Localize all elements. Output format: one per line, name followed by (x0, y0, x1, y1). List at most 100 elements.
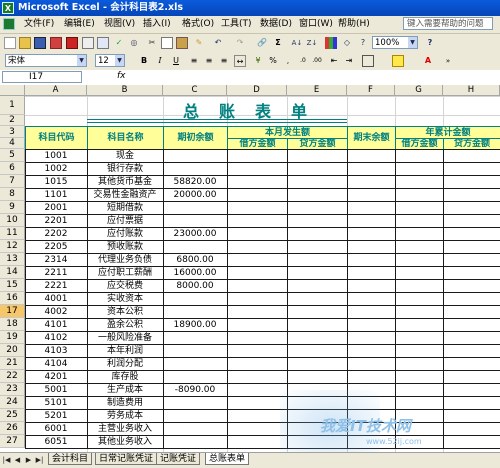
row-header-21[interactable]: 21 (0, 357, 25, 370)
align-center-icon[interactable]: ≡ (203, 55, 215, 67)
cell-account-code[interactable]: 2205 (25, 241, 87, 253)
redo-icon[interactable]: ↷ (234, 37, 246, 49)
row-header-18[interactable]: 18 (0, 318, 25, 331)
comma-style-icon[interactable]: , (282, 55, 294, 67)
cell-account-code[interactable]: 4201 (25, 371, 87, 383)
menu-view[interactable]: 视图(V) (104, 18, 135, 31)
row-header-23[interactable]: 23 (0, 383, 25, 396)
font-size-select[interactable]: 12 ▼ (95, 54, 125, 67)
cell-account-code[interactable]: 1015 (25, 176, 87, 188)
cell-account-code[interactable]: 1002 (25, 163, 87, 175)
cell-account-code[interactable]: 5101 (25, 397, 87, 409)
cell-account-name[interactable]: 短期借款 (87, 202, 163, 214)
cell-opening-balance[interactable]: 58820.00 (163, 176, 227, 188)
print-icon[interactable] (82, 37, 94, 49)
row-header-10[interactable]: 10 (0, 214, 25, 227)
cell-account-code[interactable]: 5201 (25, 410, 87, 422)
cell-account-name[interactable]: 主营业务收入 (87, 423, 163, 435)
column-header-g[interactable]: G (395, 85, 443, 96)
new-document-icon[interactable] (4, 37, 16, 49)
cell-opening-balance[interactable]: 6800.00 (163, 254, 227, 266)
font-name-select[interactable]: 宋体 ▼ (5, 54, 87, 67)
save-icon[interactable] (34, 37, 46, 49)
cell-account-name[interactable]: 银行存款 (87, 163, 163, 175)
cell-account-code[interactable]: 2314 (25, 254, 87, 266)
cell-account-code[interactable]: 2221 (25, 280, 87, 292)
workbook-icon[interactable] (3, 18, 15, 30)
bold-icon[interactable]: B (138, 55, 150, 67)
cell-opening-balance[interactable] (163, 215, 227, 227)
open-folder-icon[interactable] (19, 37, 31, 49)
row-header-5[interactable]: 5 (0, 149, 25, 162)
cell-opening-balance[interactable] (163, 241, 227, 253)
cell-account-code[interactable]: 6001 (25, 423, 87, 435)
cell-opening-balance[interactable] (163, 293, 227, 305)
borders-icon[interactable] (362, 55, 374, 67)
menu-tools[interactable]: 工具(T) (221, 18, 252, 31)
tab-daily-vouchers[interactable]: 日常记账凭证 (95, 453, 158, 465)
cell-account-name[interactable]: 其他货币基金 (87, 176, 163, 188)
cell-account-name[interactable]: 库存股 (87, 371, 163, 383)
cell-opening-balance[interactable]: 8000.00 (163, 280, 227, 292)
row-header-4[interactable]: 4 (0, 138, 25, 149)
cell-account-name[interactable]: 代理业务负债 (87, 254, 163, 266)
cell-account-code[interactable]: 4102 (25, 332, 87, 344)
align-right-icon[interactable]: ≡ (218, 55, 230, 67)
cell-opening-balance[interactable] (163, 358, 227, 370)
cell-account-code[interactable]: 2211 (25, 267, 87, 279)
paste-icon[interactable] (176, 37, 188, 49)
cell-account-name[interactable]: 实收资本 (87, 293, 163, 305)
menu-window[interactable]: 窗口(W) (299, 18, 333, 31)
row-header-8[interactable]: 8 (0, 188, 25, 201)
cell-opening-balance[interactable] (163, 371, 227, 383)
formula-input[interactable] (130, 71, 495, 83)
cell-opening-balance[interactable]: 20000.00 (163, 189, 227, 201)
cell-opening-balance[interactable] (163, 397, 227, 409)
row-header-26[interactable]: 26 (0, 422, 25, 435)
column-header-c[interactable]: C (163, 85, 227, 96)
align-left-icon[interactable]: ≡ (188, 55, 200, 67)
cell-account-name[interactable]: 资本公积 (87, 306, 163, 318)
cut-icon[interactable]: ✂ (146, 37, 158, 49)
fill-color-icon[interactable] (392, 55, 404, 67)
column-header-b[interactable]: B (87, 85, 163, 96)
underline-icon[interactable]: U (170, 55, 182, 67)
toolbar-options-icon[interactable]: » (442, 55, 454, 67)
row-header-3[interactable]: 3 (0, 126, 25, 138)
row-header-6[interactable]: 6 (0, 162, 25, 175)
row-header-24[interactable]: 24 (0, 396, 25, 409)
email-icon[interactable] (66, 37, 78, 49)
format-painter-icon[interactable]: ✎ (193, 37, 205, 49)
tab-general-ledger[interactable]: 总账表单 (205, 453, 250, 465)
cell-account-name[interactable]: 本年利润 (87, 345, 163, 357)
help-circle-icon[interactable]: ? (424, 37, 436, 49)
row-header-2[interactable]: 2 (0, 115, 25, 126)
cell-account-name[interactable]: 应付账款 (87, 228, 163, 240)
cell-account-name[interactable]: 其他业务收入 (87, 436, 163, 448)
drawing-icon[interactable]: ◇ (341, 37, 353, 49)
merge-center-icon[interactable]: ↔ (234, 55, 246, 67)
italic-icon[interactable]: I (154, 55, 166, 67)
cell-account-code[interactable]: 1001 (25, 150, 87, 162)
print-preview-icon[interactable] (97, 37, 109, 49)
cell-opening-balance[interactable] (163, 345, 227, 357)
worksheet-grid[interactable]: ABCDEFGH 1 2 3 4 5 6 7 8 9 10 11 12 13 14 15 16 17 18 19 20… (0, 85, 500, 452)
cell-opening-balance[interactable]: 18900.00 (163, 319, 227, 331)
cell-account-code[interactable]: 5001 (25, 384, 87, 396)
tab-accounting-subjects[interactable]: 会计科目 (48, 453, 93, 465)
cell-opening-balance[interactable] (163, 202, 227, 214)
cell-opening-balance[interactable]: 23000.00 (163, 228, 227, 240)
row-header-1[interactable]: 1 (0, 96, 25, 115)
cell-opening-balance[interactable] (163, 410, 227, 422)
cell-opening-balance[interactable]: 16000.00 (163, 267, 227, 279)
cell-account-code[interactable]: 2201 (25, 215, 87, 227)
row-header-25[interactable]: 25 (0, 409, 25, 422)
cell-account-name[interactable]: 利润分配 (87, 358, 163, 370)
increase-decimal-icon[interactable]: .0 (297, 55, 309, 67)
cell-account-name[interactable]: 劳务成本 (87, 410, 163, 422)
currency-icon[interactable]: ¥ (252, 55, 264, 67)
font-color-icon[interactable]: A (422, 55, 434, 67)
cell-opening-balance[interactable] (163, 150, 227, 162)
row-header-11[interactable]: 11 (0, 227, 25, 240)
undo-icon[interactable]: ↶ (212, 37, 224, 49)
